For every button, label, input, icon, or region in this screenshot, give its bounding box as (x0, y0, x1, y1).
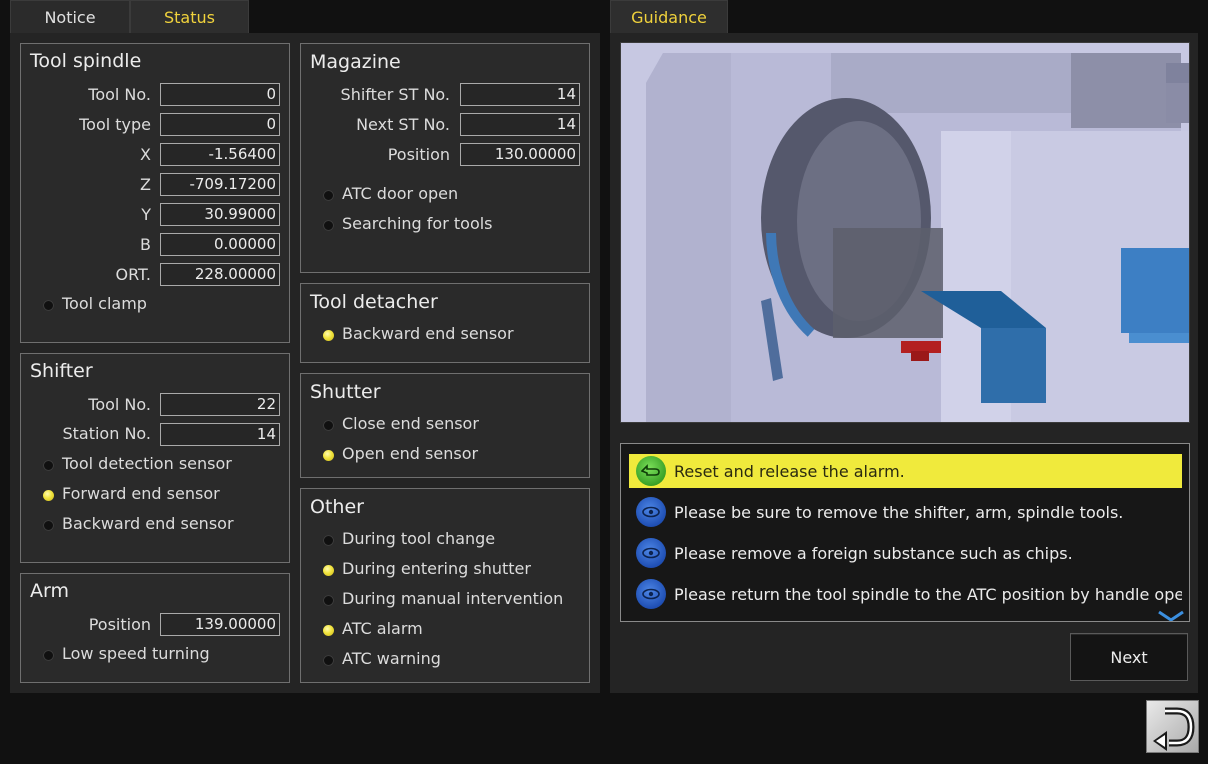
tab-notice[interactable]: Notice (10, 0, 130, 33)
forward-end-sensor-label: Forward end sensor (62, 484, 220, 503)
tool-spindle-tool-type-field: 0 (160, 113, 280, 136)
close-end-sensor-indicator (323, 420, 334, 431)
arm-group: Arm Position 139.00000 Low speed turning (20, 573, 290, 683)
tool-spindle-z-field: -709.17200 (160, 173, 280, 196)
other-title: Other (310, 496, 364, 518)
eye-icon (636, 579, 666, 609)
tool-spindle-tool-no-field: 0 (160, 83, 280, 106)
arm-position-field: 139.00000 (160, 613, 280, 636)
tool-spindle-b-field: 0.00000 (160, 233, 280, 256)
hand-pointer-icon (636, 456, 666, 486)
atc-warning-label: ATC warning (342, 649, 441, 668)
atc-3d-view (620, 42, 1190, 423)
tool-detection-sensor-label: Tool detection sensor (62, 454, 232, 473)
low-speed-turning-label: Low speed turning (62, 644, 210, 663)
tool-spindle-group: Tool spindle Tool No. 0 Tool type 0 X -1… (20, 43, 290, 343)
magazine-title: Magazine (310, 51, 401, 73)
during-entering-shutter-indicator (323, 565, 334, 576)
open-end-sensor-indicator (323, 450, 334, 461)
searching-for-tools-label: Searching for tools (342, 214, 493, 233)
during-manual-intervention-indicator (323, 595, 334, 606)
atc-alarm-indicator (323, 625, 334, 636)
searching-for-tools-indicator (323, 220, 334, 231)
guidance-item-text: Reset and release the alarm. (674, 461, 905, 481)
shifter-group: Shifter Tool No. 22 Station No. 14 Tool … (20, 353, 290, 563)
tool-spindle-ort-label: ORT. (115, 265, 151, 284)
during-entering-shutter-label: During entering shutter (342, 559, 531, 578)
magazine-group: Magazine Shifter ST No. 14 Next ST No. 1… (300, 43, 590, 273)
during-manual-intervention-label: During manual intervention (342, 589, 564, 608)
tool-spindle-x-label: X (140, 145, 151, 164)
eye-icon (636, 538, 666, 568)
atc-alarm-label: ATC alarm (342, 619, 423, 638)
tool-spindle-y-field: 30.99000 (160, 203, 280, 226)
shifter-st-no-field: 14 (460, 83, 580, 106)
tool-detacher-title: Tool detacher (310, 291, 438, 313)
tool-spindle-title: Tool spindle (30, 50, 142, 72)
shutter-group: Shutter Close end sensor Open end sensor (300, 373, 590, 478)
magazine-position-label: Position (387, 145, 450, 164)
arm-position-label: Position (88, 615, 151, 634)
detacher-backward-end-sensor-label: Backward end sensor (342, 324, 514, 343)
guidance-item-text: Please remove a foreign substance such a… (674, 543, 1073, 563)
detacher-backward-end-sensor-indicator (323, 330, 334, 341)
next-st-no-label: Next ST No. (356, 115, 450, 134)
return-button[interactable] (1146, 700, 1199, 753)
shifter-tool-no-field: 22 (160, 393, 280, 416)
tab-guidance-label: Guidance (631, 7, 707, 27)
tool-detacher-group: Tool detacher Backward end sensor (300, 283, 590, 363)
tool-spindle-b-label: B (140, 235, 151, 254)
tab-status-label: Status (164, 7, 215, 27)
shifter-station-no-field: 14 (160, 423, 280, 446)
tab-status[interactable]: Status (130, 0, 249, 33)
low-speed-turning-indicator (43, 650, 54, 661)
atc-warning-indicator (323, 655, 334, 666)
atc-door-open-indicator (323, 190, 334, 201)
other-group: Other During tool change During entering… (300, 488, 590, 683)
during-tool-change-label: During tool change (342, 529, 496, 548)
guidance-item-return-spindle[interactable]: Please return the tool spindle to the AT… (629, 577, 1182, 611)
tool-detection-sensor-indicator (43, 460, 54, 471)
guidance-item-text: Please be sure to remove the shifter, ar… (674, 502, 1124, 522)
shifter-tool-no-label: Tool No. (88, 395, 151, 414)
next-st-no-field: 14 (460, 113, 580, 136)
next-button-label: Next (1110, 647, 1148, 667)
magazine-position-field: 130.00000 (460, 143, 580, 166)
shifter-station-no-label: Station No. (62, 424, 151, 443)
tool-spindle-tool-no-label: Tool No. (88, 85, 151, 104)
tool-spindle-tool-type-label: Tool type (79, 115, 151, 134)
tab-notice-label: Notice (44, 7, 96, 27)
shutter-title: Shutter (310, 381, 381, 403)
guidance-item-remove-tools[interactable]: Please be sure to remove the shifter, ar… (629, 495, 1182, 529)
shifter-backward-end-sensor-label: Backward end sensor (62, 514, 234, 533)
tool-spindle-x-field: -1.56400 (160, 143, 280, 166)
during-tool-change-indicator (323, 535, 334, 546)
shifter-title: Shifter (30, 360, 93, 382)
shifter-backward-end-sensor-indicator (43, 520, 54, 531)
guidance-list[interactable]: Reset and release the alarm. Please be s… (620, 443, 1190, 622)
scroll-down-chevron-icon[interactable] (1157, 607, 1185, 621)
next-button[interactable]: Next (1070, 633, 1188, 681)
tool-spindle-ort-field: 228.00000 (160, 263, 280, 286)
tool-clamp-indicator (43, 300, 54, 311)
open-end-sensor-label: Open end sensor (342, 444, 479, 463)
atc-door-open-label: ATC door open (342, 184, 459, 203)
arm-title: Arm (30, 580, 69, 602)
tool-clamp-label: Tool clamp (62, 294, 147, 313)
guidance-item-remove-chips[interactable]: Please remove a foreign substance such a… (629, 536, 1182, 570)
forward-end-sensor-indicator (43, 490, 54, 501)
atc-3d-scene (621, 43, 1189, 422)
close-end-sensor-label: Close end sensor (342, 414, 479, 433)
tool-spindle-y-label: Y (141, 205, 151, 224)
guidance-item-reset-alarm[interactable]: Reset and release the alarm. (629, 454, 1182, 488)
return-arrow-icon (1153, 707, 1195, 751)
guidance-item-text: Please return the tool spindle to the AT… (674, 584, 1182, 604)
tab-guidance[interactable]: Guidance (610, 0, 728, 33)
eye-icon (636, 497, 666, 527)
shifter-st-no-label: Shifter ST No. (340, 85, 450, 104)
tool-spindle-z-label: Z (140, 175, 151, 194)
